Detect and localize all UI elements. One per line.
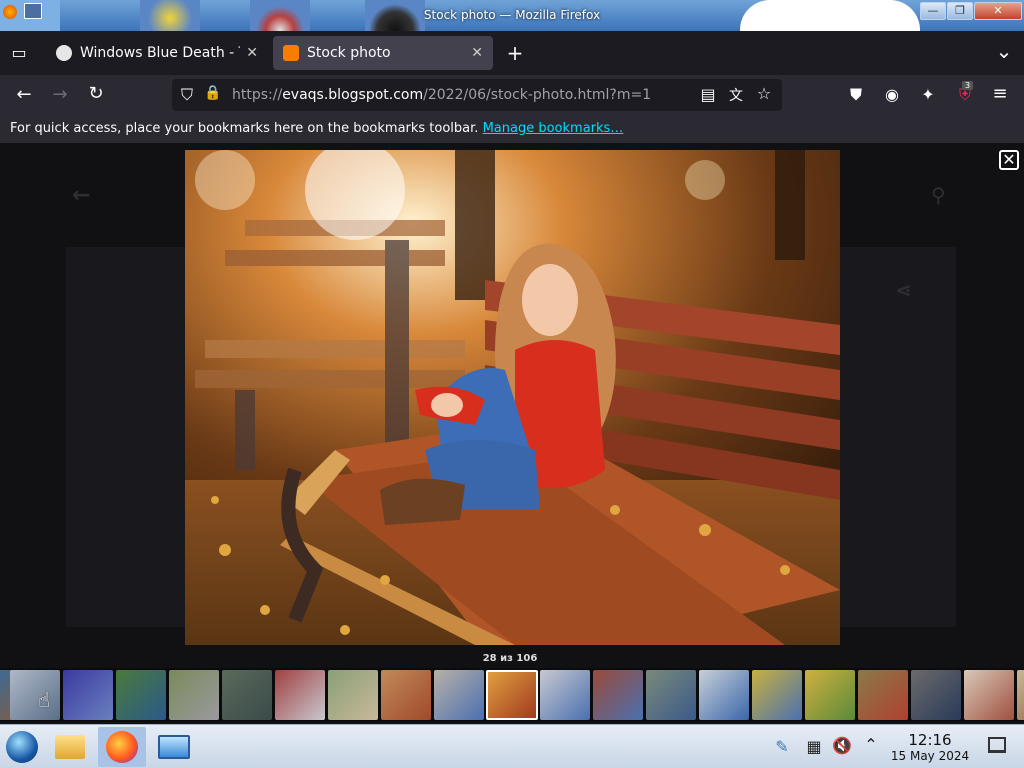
clock-time[interactable]: 12:16 <box>890 731 970 749</box>
blogger-favicon-icon <box>283 45 299 61</box>
maximize-button[interactable]: ❐ <box>947 2 973 20</box>
clock-date[interactable]: 15 May 2024 <box>880 749 980 763</box>
translate-icon[interactable]: 文 <box>726 85 746 105</box>
lock-icon[interactable]: 🔒 <box>204 85 222 101</box>
account-icon[interactable]: ◉ <box>882 85 902 104</box>
manage-bookmarks-link[interactable]: Manage bookmarks… <box>483 121 624 136</box>
tray-expand-icon[interactable]: ⌃ <box>861 735 881 754</box>
bookmarks-hint-text: For quick access, place your bookmarks h… <box>10 121 479 136</box>
taskbar-file-manager[interactable] <box>48 727 92 767</box>
tab-close-icon[interactable]: ✕ <box>246 45 258 61</box>
firefox-icon <box>106 731 138 763</box>
dimmed-back-arrow-icon: ← <box>72 183 91 208</box>
tab-favicon-icon <box>56 45 72 61</box>
window-title: Stock photo — Mozilla Firefox <box>423 8 601 22</box>
navigation-toolbar: ← → ↻ ⛉ 🔒 https://evaqs.blogspot.com/202… <box>0 75 1024 115</box>
thumbnail[interactable] <box>328 670 378 720</box>
taskbar-firefox[interactable] <box>98 727 146 767</box>
volume-muted-icon[interactable]: 🔇 <box>832 736 852 755</box>
shield-icon[interactable]: ⛉ <box>178 85 196 105</box>
taskbar: ✎ ▦ 🔇 ⌃ 12:16 15 May 2024 <box>0 724 1024 768</box>
lightbox-photo[interactable] <box>185 150 840 645</box>
extension-badge: 3 <box>962 81 974 90</box>
list-all-tabs-button[interactable]: ⌄ <box>992 39 1016 63</box>
page-content: ← ⚲ ⋖ ✕ 28 из 106 ☝ <box>0 143 1024 724</box>
tab-label: Stock photo <box>307 45 391 61</box>
thumbnail[interactable] <box>63 670 113 720</box>
image-counter: 28 из 106 <box>482 653 538 664</box>
thumbnail[interactable] <box>540 670 590 720</box>
tab-windows-blue-death[interactable]: Windows Blue Death - Te ✕ <box>46 36 268 70</box>
tab-stock-photo[interactable]: Stock photo ✕ <box>273 36 493 70</box>
photo-girl-on-bench <box>185 150 840 645</box>
thumbnail-selected[interactable] <box>486 670 538 720</box>
dimmed-share-icon: ⋖ <box>895 278 912 302</box>
start-button[interactable] <box>0 727 44 767</box>
firefox-view-icon[interactable]: ▭ <box>8 43 30 62</box>
thumbnail[interactable] <box>911 670 961 720</box>
bookmarks-toolbar: For quick access, place your bookmarks h… <box>0 115 1024 143</box>
thumbnail[interactable] <box>699 670 749 720</box>
extensions-icon[interactable]: ✦ <box>918 85 938 104</box>
close-window-button[interactable]: ✕ <box>974 2 1022 20</box>
thumbnail[interactable] <box>10 670 60 720</box>
new-tab-button[interactable]: + <box>503 41 527 65</box>
thumbnail[interactable] <box>116 670 166 720</box>
thumbnail[interactable] <box>593 670 643 720</box>
notes-tray-icon[interactable]: ▦ <box>804 737 824 756</box>
thumbnail[interactable] <box>752 670 802 720</box>
reload-button[interactable]: ↻ <box>84 83 108 104</box>
tab-close-icon[interactable]: ✕ <box>471 45 483 61</box>
thumbnail[interactable] <box>858 670 908 720</box>
forward-button[interactable]: → <box>48 84 72 105</box>
dimmed-search-icon: ⚲ <box>931 183 946 207</box>
start-orb-icon <box>6 731 38 763</box>
mouse-cursor-icon: ☝ <box>38 688 51 712</box>
screen: Stock photo — Mozilla Firefox — ❐ ✕ ▭ Wi… <box>0 0 1024 768</box>
app-menu-icon[interactable]: ≡ <box>990 83 1010 104</box>
show-desktop-icon[interactable] <box>988 737 1006 753</box>
thumbnail[interactable] <box>434 670 484 720</box>
thumbnail[interactable] <box>964 670 1014 720</box>
thumbnail[interactable] <box>646 670 696 720</box>
folder-icon <box>55 735 85 759</box>
url-text[interactable]: https://evaqs.blogspot.com/2022/06/stock… <box>232 87 651 103</box>
pocket-icon[interactable]: ⛊ <box>846 85 866 105</box>
thumbnail[interactable] <box>222 670 272 720</box>
url-bar[interactable]: ⛉ 🔒 https://evaqs.blogspot.com/2022/06/s… <box>172 79 782 111</box>
thumbnail[interactable] <box>275 670 325 720</box>
window-titlebar: Stock photo — Mozilla Firefox — ❐ ✕ <box>0 0 1024 31</box>
thumbnail[interactable] <box>381 670 431 720</box>
thumbnail-strip: ☝ <box>0 668 1024 722</box>
tab-label: Windows Blue Death - Te <box>80 45 241 61</box>
thumbnail[interactable] <box>169 670 219 720</box>
minimize-button[interactable]: — <box>920 2 946 20</box>
monitor-icon <box>158 735 190 759</box>
tab-strip: ▭ Windows Blue Death - Te ✕ Stock photo … <box>0 31 1024 75</box>
clipboard-tray-icon[interactable]: ✎ <box>772 737 792 756</box>
bookmark-star-icon[interactable]: ☆ <box>754 84 774 103</box>
reader-view-icon[interactable]: ▤ <box>698 85 718 104</box>
taskbar-remote-desktop[interactable] <box>152 727 196 767</box>
lightbox-close-button[interactable]: ✕ <box>999 150 1019 170</box>
back-button[interactable]: ← <box>12 84 36 105</box>
thumbnail[interactable] <box>805 670 855 720</box>
thumbnail[interactable] <box>1017 670 1024 720</box>
